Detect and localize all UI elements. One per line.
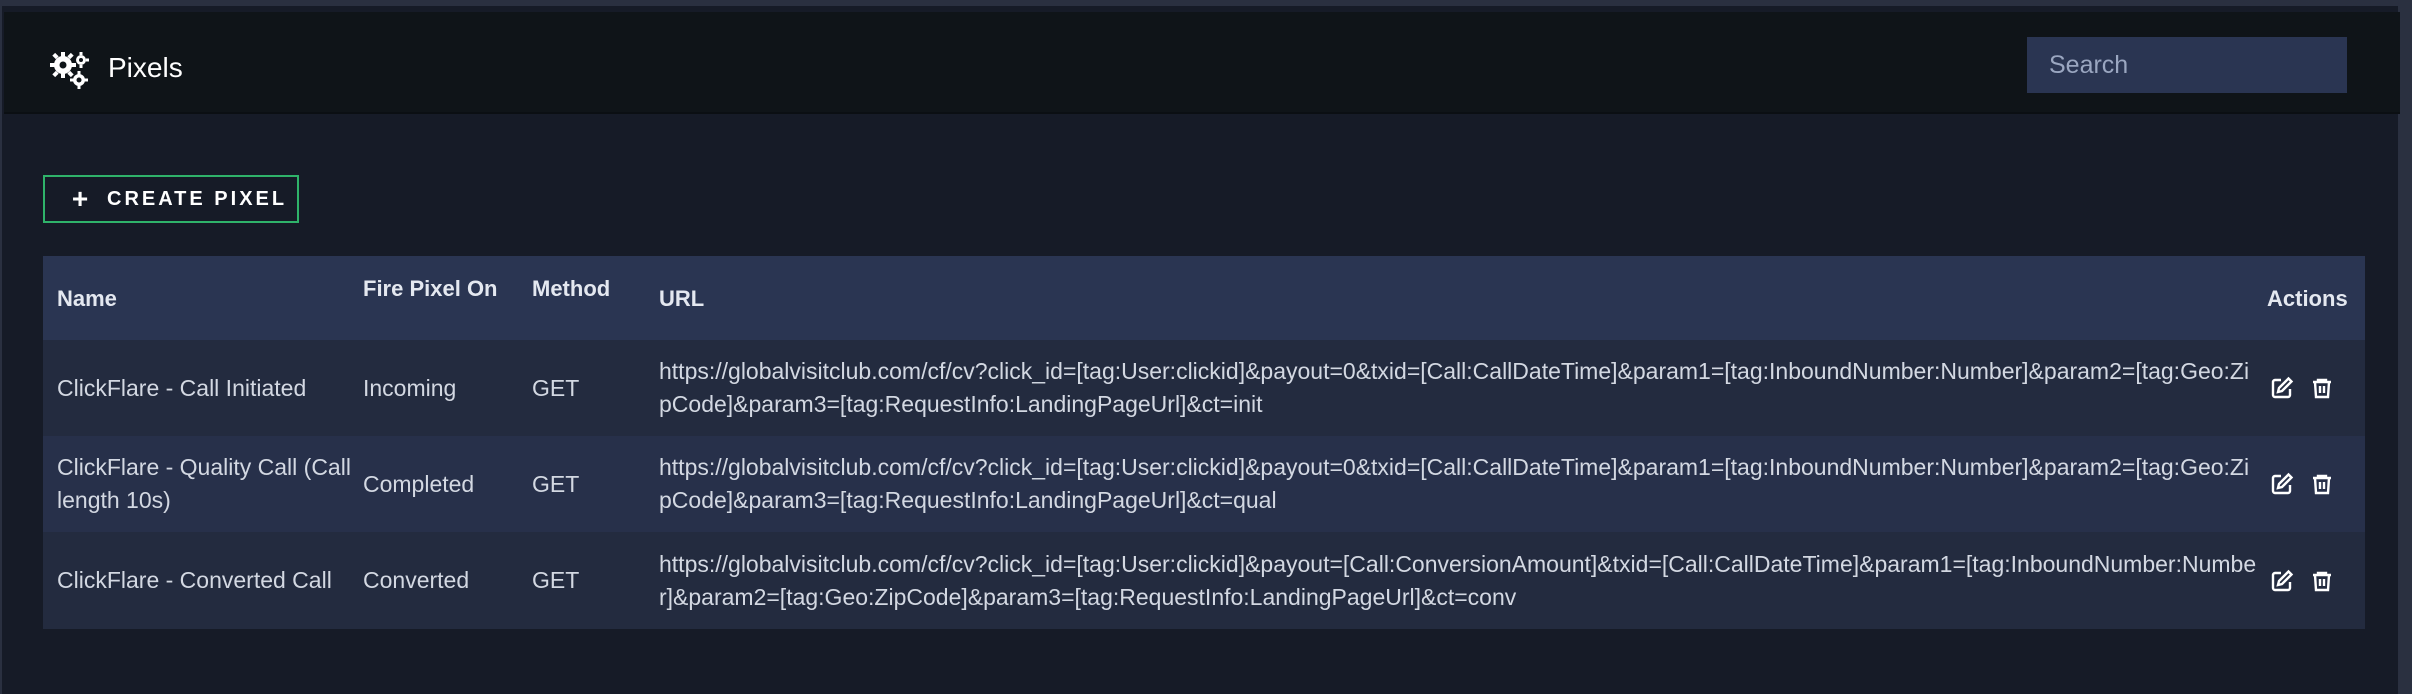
edit-icon[interactable]	[2267, 469, 2297, 499]
column-header-fire-pixel-on[interactable]: Fire Pixel On	[363, 256, 523, 340]
column-header-name[interactable]: Name	[57, 256, 357, 340]
search-input[interactable]	[2027, 37, 2347, 93]
edit-icon[interactable]	[2267, 373, 2297, 403]
gears-icon	[50, 52, 89, 89]
pixel-name: ClickFlare - Converted Call	[57, 567, 332, 593]
table-row: ClickFlare - Call Initiated Incoming GET…	[43, 340, 2365, 436]
create-pixel-button[interactable]: + CREATE PIXEL	[43, 175, 299, 223]
pixel-name: ClickFlare - Quality Call (Call length 1…	[57, 454, 351, 513]
table-header-row: Name Fire Pixel On Method URL Actions	[43, 256, 2365, 340]
pixel-method: GET	[532, 374, 580, 401]
edit-icon[interactable]	[2267, 566, 2297, 596]
pixel-url: https://globalvisitclub.com/cf/cv?click_…	[659, 550, 2257, 610]
trash-icon[interactable]	[2307, 566, 2337, 596]
column-header-method[interactable]: Method	[532, 256, 642, 340]
row-actions	[2267, 340, 2359, 436]
pixel-fire-on: Converted	[363, 567, 470, 593]
pixel-fire-on: Incoming	[363, 374, 457, 401]
pixel-method: GET	[532, 567, 580, 593]
row-actions	[2267, 532, 2359, 629]
column-header-url[interactable]: URL	[659, 256, 2259, 340]
row-actions	[2267, 436, 2359, 532]
table-row: ClickFlare - Converted Call Converted GE…	[43, 532, 2365, 629]
table-row: ClickFlare - Quality Call (Call length 1…	[43, 436, 2365, 532]
create-pixel-label: CREATE PIXEL	[107, 187, 288, 210]
pixel-name: ClickFlare - Call Initiated	[57, 374, 307, 401]
plus-icon: +	[71, 183, 89, 214]
pixels-table: Name Fire Pixel On Method URL Actions Cl…	[43, 256, 2365, 629]
column-header-actions: Actions	[2267, 285, 2348, 311]
pixel-method: GET	[532, 470, 580, 497]
trash-icon[interactable]	[2307, 373, 2337, 403]
app-frame: Pixels + CREATE PIXEL Name Fire Pixel On…	[0, 0, 2412, 694]
pixel-fire-on: Completed	[363, 470, 475, 497]
page-header: Pixels	[4, 12, 2400, 114]
page-title: Pixels	[108, 52, 183, 83]
pixel-url: https://globalvisitclub.com/cf/cv?click_…	[659, 358, 2250, 417]
trash-icon[interactable]	[2307, 469, 2337, 499]
pixel-url: https://globalvisitclub.com/cf/cv?click_…	[659, 454, 2250, 513]
